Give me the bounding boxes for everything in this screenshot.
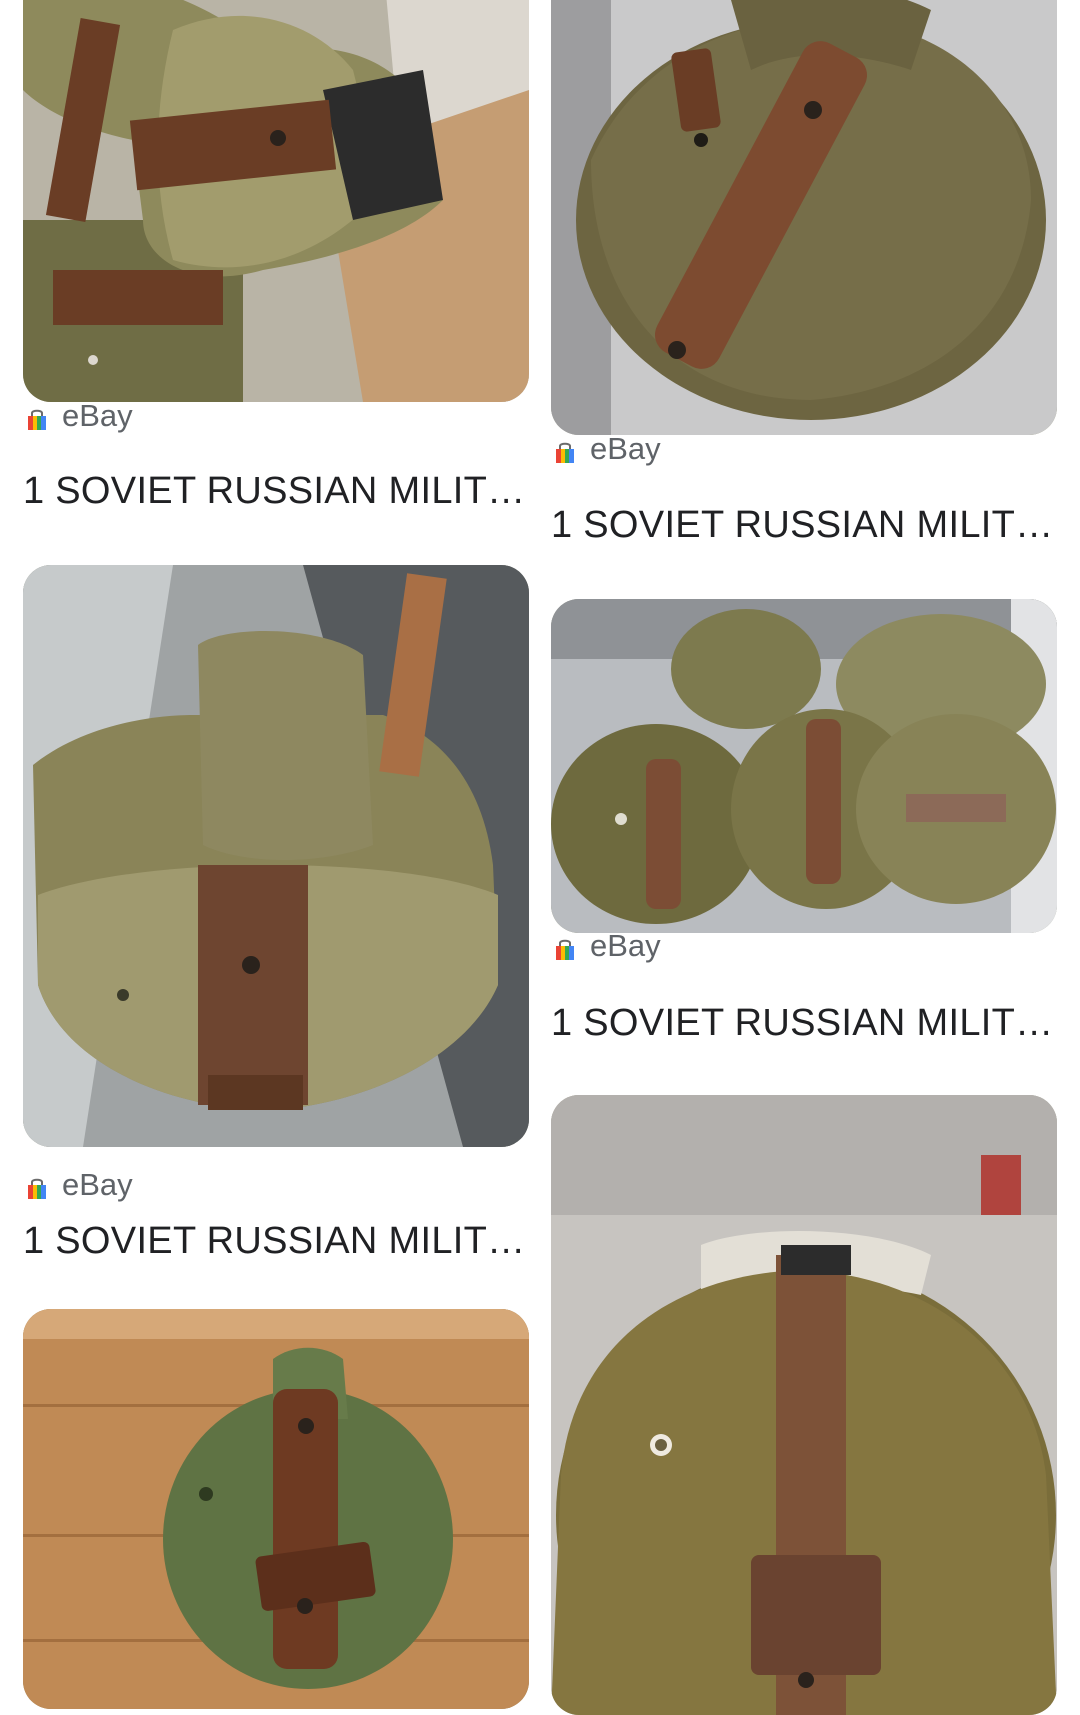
pouch-image-1 xyxy=(23,0,529,402)
result-source-4[interactable]: eBay xyxy=(554,928,661,964)
result-source-2[interactable]: eBay xyxy=(554,431,661,467)
result-source-3[interactable]: eBay xyxy=(26,1167,133,1203)
shopping-bag-icon xyxy=(554,437,576,463)
pouch-image-2 xyxy=(551,0,1057,435)
result-image-5[interactable] xyxy=(23,1309,529,1709)
pouch-image-6 xyxy=(551,1095,1057,1715)
result-image-6[interactable] xyxy=(551,1095,1057,1715)
shopping-bag-icon xyxy=(554,934,576,960)
result-image-3[interactable] xyxy=(23,565,529,1147)
result-image-2[interactable] xyxy=(551,0,1057,435)
result-title-2[interactable]: 1 SOVIET RUSSIAN MILIT… xyxy=(551,504,1053,547)
result-title-4[interactable]: 1 SOVIET RUSSIAN MILIT… xyxy=(551,1002,1053,1045)
shopping-bag-icon xyxy=(26,404,48,430)
pouch-image-3 xyxy=(23,565,529,1147)
result-image-4[interactable] xyxy=(551,599,1057,933)
source-label: eBay xyxy=(62,398,133,433)
result-image-1[interactable] xyxy=(23,0,529,402)
result-title-3[interactable]: 1 SOVIET RUSSIAN MILIT… xyxy=(23,1220,525,1263)
source-label: eBay xyxy=(590,431,661,466)
result-title-1[interactable]: 1 SOVIET RUSSIAN MILIT… xyxy=(23,470,525,513)
source-label: eBay xyxy=(62,1167,133,1202)
result-source-1[interactable]: eBay xyxy=(26,398,133,434)
shopping-bag-icon xyxy=(26,1173,48,1199)
pouch-image-4 xyxy=(551,599,1057,933)
source-label: eBay xyxy=(590,928,661,963)
pouch-image-5 xyxy=(23,1309,529,1709)
